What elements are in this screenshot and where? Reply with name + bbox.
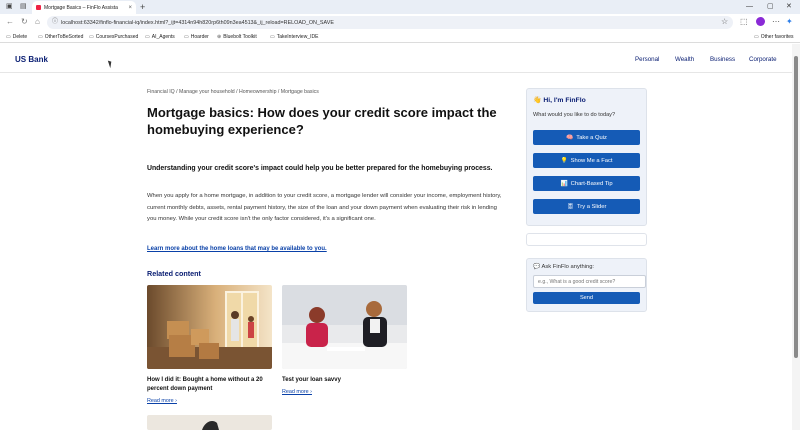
finflo-prompt: What would you like to do today?	[533, 112, 616, 118]
related-card-title[interactable]: Test your loan savvy	[282, 376, 410, 385]
browser-profile-icon[interactable]: ▣	[6, 2, 13, 12]
article-body: When you apply for a home mortgage, in a…	[147, 193, 502, 222]
try-slider-button[interactable]: 🎚 Try a Slider	[533, 199, 640, 214]
folder-icon: ▭	[38, 34, 43, 40]
bookmark-label: OtherToBeSorted	[44, 34, 84, 40]
nav-personal[interactable]: Personal	[635, 56, 659, 63]
folder-icon: ▭	[184, 34, 189, 40]
address-bar-url: localhost:63342/finflo-financial-iq/inde…	[61, 19, 334, 26]
browser-tab-active[interactable]: Mortgage Basics – FinFlo Assista ×	[32, 1, 136, 14]
send-button[interactable]: Send	[533, 292, 640, 304]
maximize-icon[interactable]: ▢	[767, 2, 774, 12]
related-image-loan[interactable]	[282, 285, 407, 369]
finflo-output-box	[526, 233, 647, 246]
back-icon[interactable]: ←	[6, 17, 14, 27]
page-title: Mortgage basics: How does your credit sc…	[147, 105, 497, 137]
bookmark-item[interactable]: ▭ TakeInterview_IDE	[270, 34, 318, 40]
folder-icon: ▭	[270, 34, 275, 40]
nav-corporate[interactable]: Corporate	[749, 56, 777, 63]
brain-icon: 🧠	[566, 134, 574, 141]
slider-icon: 🎚	[566, 203, 574, 210]
bookmark-label: Hoarder	[190, 34, 209, 40]
article-subtitle: Understanding your credit score's impact…	[147, 165, 493, 172]
brand-logo[interactable]: US Bank	[15, 55, 48, 64]
button-label: Try a Slider	[576, 203, 607, 210]
chart-tip-button[interactable]: 📊 Chart-Based Tip	[533, 176, 640, 191]
read-more-link[interactable]: Read more ›	[147, 398, 177, 404]
scrollbar-thumb[interactable]	[794, 56, 798, 358]
bookmark-item[interactable]: ▭ Delete	[6, 34, 27, 40]
moving-boxes-photo	[147, 285, 272, 369]
site-info-icon[interactable]: ⓘ	[52, 18, 58, 26]
show-fact-button[interactable]: 💡 Show Me a Fact	[533, 153, 640, 168]
folder-icon: ▭	[145, 34, 150, 40]
menu-icon[interactable]: ⋯	[772, 17, 780, 27]
bookmark-label: CoursesPurchased	[95, 34, 139, 40]
bookmark-star-icon[interactable]: ☆	[721, 17, 728, 27]
button-label: Show Me a Fact	[570, 157, 613, 164]
partial-photo	[202, 421, 219, 430]
related-image-partial[interactable]	[147, 415, 272, 430]
window-close-icon[interactable]: ✕	[786, 2, 792, 12]
page-content	[0, 44, 792, 430]
address-bar[interactable]: localhost:63342/finflo-financial-iq/inde…	[47, 16, 733, 29]
minimize-icon[interactable]: —	[746, 2, 753, 12]
folder-icon: ▭	[89, 34, 94, 40]
tab-favicon-icon	[36, 5, 41, 10]
home-loans-link[interactable]: Learn more about the home loans that may…	[147, 246, 327, 252]
read-more-link[interactable]: Read more ›	[282, 389, 312, 395]
ask-finflo-label: 💬 Ask FinFlo anything:	[533, 264, 595, 270]
tab-title: Mortgage Basics – FinFlo Assista	[44, 4, 118, 11]
bookmark-item[interactable]: ⊕ Bluebolt Toolkit	[217, 34, 257, 40]
related-image-moving[interactable]	[147, 285, 272, 369]
take-quiz-button[interactable]: 🧠 Take a Quiz	[533, 130, 640, 145]
button-label: Take a Quiz	[576, 134, 607, 141]
bookmark-label: Delete	[12, 34, 28, 40]
tab-actions-icon[interactable]: ▤	[20, 2, 27, 12]
profile-avatar[interactable]	[756, 17, 765, 26]
bookmarks-bar: ▭ Delete ▭ OtherToBeSorted ▭ CoursesPurchas…	[0, 32, 800, 43]
related-content-heading: Related content	[147, 269, 201, 278]
tab-close-icon[interactable]: ×	[128, 5, 132, 11]
loan-meeting-photo	[282, 285, 407, 369]
bookmark-item[interactable]: ▭ AI_Agents	[145, 34, 175, 40]
related-card-title[interactable]: How I did it: Bought a home without a 20…	[147, 376, 275, 394]
bookmark-item[interactable]: ▭ Hoarder	[184, 34, 209, 40]
globe-icon: ⊕	[217, 34, 222, 40]
chart-icon: 📊	[560, 180, 568, 187]
extensions-icon[interactable]: ⬚	[740, 17, 748, 27]
button-label: Chart-Based Tip	[570, 180, 613, 187]
folder-icon: ▭	[754, 34, 759, 40]
refresh-icon[interactable]: ↻	[21, 17, 28, 27]
nav-business[interactable]: Business	[710, 56, 735, 63]
bookmark-label: AI_Agents	[151, 34, 175, 40]
home-icon[interactable]: ⌂	[35, 17, 40, 27]
ask-finflo-input[interactable]	[533, 275, 646, 288]
other-favorites[interactable]: ▭ Other favorites	[754, 34, 794, 40]
new-tab-button[interactable]: +	[140, 1, 145, 13]
bookmark-item[interactable]: ▭ CoursesPurchased	[89, 34, 138, 40]
nav-wealth[interactable]: Wealth	[675, 56, 694, 63]
bookmark-label: TakeInterview_IDE	[276, 34, 319, 40]
breadcrumb[interactable]: Financial IQ / Manage your household / H…	[147, 89, 319, 95]
lightbulb-icon: 💡	[560, 157, 568, 164]
other-favorites-label: Other favorites	[760, 34, 794, 40]
folder-icon: ▭	[6, 34, 11, 40]
bookmark-item[interactable]: ▭ OtherToBeSorted	[38, 34, 83, 40]
copilot-icon[interactable]: ✦	[786, 17, 793, 27]
header-divider	[0, 72, 792, 73]
bookmark-label: Bluebolt Toolkit	[223, 34, 257, 40]
finflo-greeting: 👋 Hi, I'm FinFlo	[533, 97, 586, 104]
